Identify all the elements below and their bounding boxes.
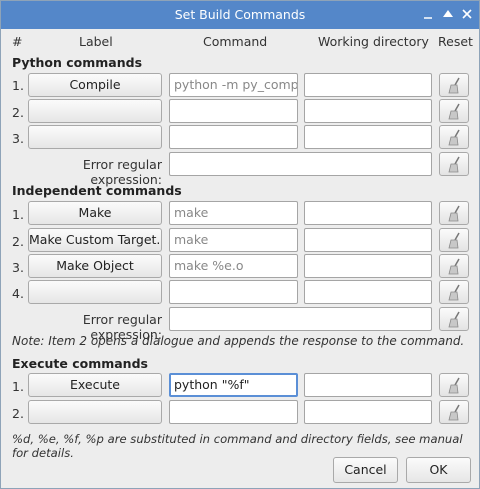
- column-header-working-directory: Working directory: [318, 34, 429, 49]
- independent-reset-button-2[interactable]: [439, 228, 469, 252]
- independent-error-regex-field[interactable]: [169, 307, 432, 331]
- independent-command-field-4[interactable]: [169, 280, 298, 304]
- python-command-field-3[interactable]: [169, 125, 298, 149]
- python-label-button-1[interactable]: Compile: [28, 73, 162, 97]
- execute-reset-button-1[interactable]: [439, 373, 469, 397]
- row-number: 4.: [12, 286, 24, 301]
- row-number: 1.: [12, 379, 24, 394]
- window-title: Set Build Commands: [174, 7, 306, 22]
- broom-icon: [448, 232, 460, 249]
- footnote-text: %d, %e, %f, %p are substituted in comman…: [12, 432, 463, 460]
- independent-workdir-field-4[interactable]: [304, 280, 432, 304]
- maximize-icon[interactable]: [439, 5, 457, 23]
- independent-workdir-field-1[interactable]: [304, 201, 432, 225]
- independent-label-button-2[interactable]: Make Custom Target...: [28, 228, 162, 252]
- section-execute-commands: Execute commands: [12, 356, 148, 371]
- independent-command-field-2[interactable]: make: [169, 228, 298, 252]
- python-error-regex-field[interactable]: [169, 152, 432, 176]
- independent-command-field-1[interactable]: make: [169, 201, 298, 225]
- broom-icon: [448, 377, 460, 394]
- broom-icon: [448, 258, 460, 275]
- execute-reset-button-2[interactable]: [439, 400, 469, 424]
- execute-workdir-field-1[interactable]: [304, 373, 432, 397]
- independent-reset-button-3[interactable]: [439, 254, 469, 278]
- section-python-commands: Python commands: [12, 55, 143, 70]
- broom-icon: [448, 129, 460, 146]
- independent-reset-button-4[interactable]: [439, 280, 469, 304]
- column-header-num: #: [12, 34, 23, 49]
- independent-label-button-3[interactable]: Make Object: [28, 254, 162, 278]
- execute-command-field-1[interactable]: python "%f": [169, 373, 298, 397]
- titlebar[interactable]: Set Build Commands: [1, 1, 479, 29]
- broom-icon: [448, 103, 460, 120]
- independent-reset-button-1[interactable]: [439, 201, 469, 225]
- python-workdir-field-3[interactable]: [304, 125, 432, 149]
- python-reset-button-1[interactable]: [439, 73, 469, 97]
- python-error-regex-reset-button[interactable]: [439, 152, 469, 176]
- row-number: 2.: [12, 234, 24, 249]
- column-header-label: Label: [79, 34, 113, 49]
- independent-workdir-field-3[interactable]: [304, 254, 432, 278]
- broom-icon: [448, 284, 460, 301]
- column-header-command: Command: [203, 34, 268, 49]
- broom-icon: [448, 311, 460, 328]
- ok-button[interactable]: OK: [406, 457, 471, 483]
- row-number: 1.: [12, 78, 24, 93]
- independent-error-regex-reset-button[interactable]: [439, 307, 469, 331]
- cancel-button[interactable]: Cancel: [333, 457, 398, 483]
- row-number: 2.: [12, 406, 24, 421]
- row-number: 1.: [12, 207, 24, 222]
- broom-icon: [448, 205, 460, 222]
- section-independent-commands: Independent commands: [12, 183, 182, 198]
- close-icon[interactable]: [458, 5, 476, 23]
- python-command-field-2[interactable]: [169, 99, 298, 123]
- python-label-button-3[interactable]: [28, 125, 162, 149]
- column-header-reset: Reset: [438, 34, 473, 49]
- broom-icon: [448, 404, 460, 421]
- execute-command-field-2[interactable]: [169, 400, 298, 424]
- broom-icon: [448, 156, 460, 173]
- independent-label-button-1[interactable]: Make: [28, 201, 162, 225]
- minimize-icon[interactable]: [419, 5, 437, 23]
- set-build-commands-dialog: Set Build Commands # Label Command Worki…: [0, 0, 480, 489]
- row-number: 2.: [12, 105, 24, 120]
- python-workdir-field-1[interactable]: [304, 73, 432, 97]
- python-label-button-2[interactable]: [28, 99, 162, 123]
- python-workdir-field-2[interactable]: [304, 99, 432, 123]
- python-command-field-1[interactable]: python -m py_compile "%f": [169, 73, 298, 97]
- broom-icon: [448, 77, 460, 94]
- row-number: 3.: [12, 131, 24, 146]
- execute-workdir-field-2[interactable]: [304, 400, 432, 424]
- row-number: 3.: [12, 260, 24, 275]
- python-reset-button-3[interactable]: [439, 125, 469, 149]
- independent-label-button-4[interactable]: [28, 280, 162, 304]
- independent-workdir-field-2[interactable]: [304, 228, 432, 252]
- python-reset-button-2[interactable]: [439, 99, 469, 123]
- note-text: Note: Item 2 opens a dialogue and append…: [12, 334, 465, 348]
- execute-label-button-1[interactable]: Execute: [28, 373, 162, 397]
- execute-label-button-2[interactable]: [28, 400, 162, 424]
- independent-command-field-3[interactable]: make %e.o: [169, 254, 298, 278]
